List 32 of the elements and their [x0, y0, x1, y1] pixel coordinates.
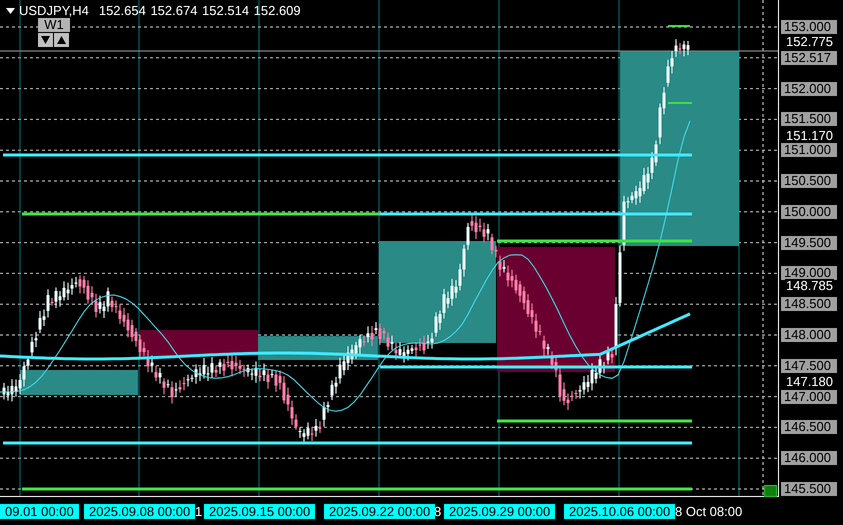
time-label: 2025.09.08 00:00 [84, 504, 196, 519]
price-label: 147.000 [781, 390, 837, 404]
price-label: 149.000 [781, 266, 837, 280]
symbol-label: USDJPY,H4 [19, 3, 89, 18]
price-marker: 147.180 [785, 375, 834, 388]
timeframe-button[interactable]: W1 [38, 18, 70, 32]
price-label: 150.000 [781, 204, 837, 219]
time-label: 8 [434, 504, 442, 519]
time-label: 2025.09.29 00:00 [444, 504, 556, 519]
price-label: 150.500 [781, 174, 837, 188]
time-label: 1 [195, 504, 202, 519]
time-label: 09.01 00:00 [0, 504, 79, 519]
price-label: 152.517 [781, 50, 837, 65]
time-label: 2025.10.06 00:00 [564, 504, 676, 519]
price-label: 145.500 [781, 482, 837, 496]
price-quote: 152.654 152.674 152.514 152.609 [98, 3, 301, 18]
price-label: 153.000 [781, 20, 837, 34]
price-label: 146.500 [781, 420, 837, 434]
time-label: 8 Oct 08:00 [675, 504, 742, 519]
price-marker: 152.775 [785, 35, 834, 48]
price-marker: 148.785 [785, 279, 834, 292]
price-marker: 151.170 [785, 129, 834, 142]
price-label: 147.500 [781, 358, 837, 373]
time-label: 2025.09.15 00:00 [204, 504, 316, 519]
price-label: 152.000 [781, 82, 837, 96]
price-label: 148.500 [781, 297, 837, 312]
price-label: 151.500 [781, 112, 837, 126]
price-label: 149.500 [781, 236, 837, 250]
price-label: 146.000 [781, 451, 837, 466]
time-label: 2025.09.22 00:00 [324, 504, 436, 519]
price-label: 151.000 [781, 143, 837, 158]
price-label: 148.000 [781, 328, 837, 342]
